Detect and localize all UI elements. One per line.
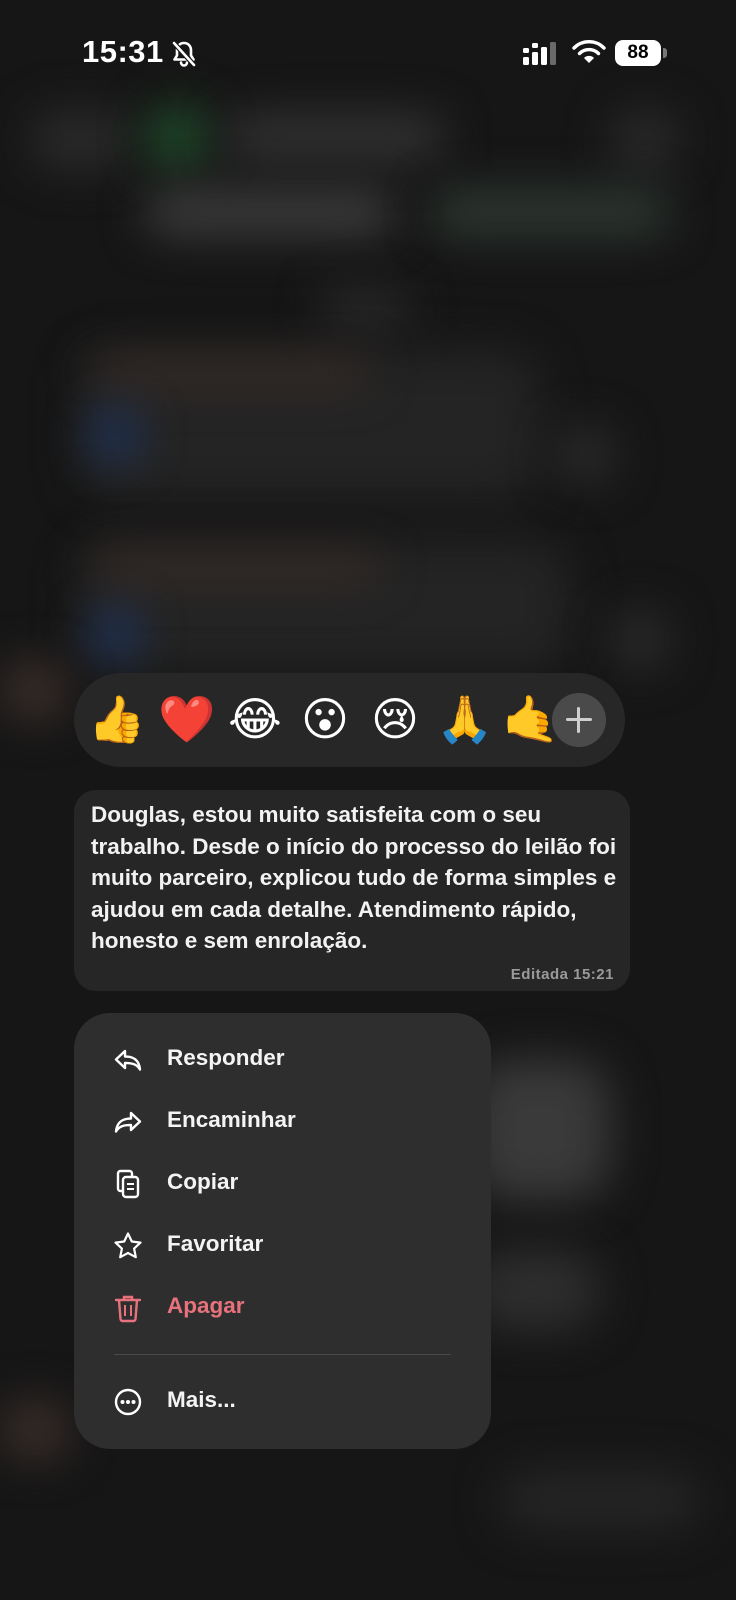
menu-item-copiar[interactable]: Copiar [74, 1153, 491, 1215]
reaction-heart[interactable]: ❤️ [158, 690, 216, 748]
battery-icon: 88 [615, 40, 669, 68]
star-icon [114, 1232, 142, 1259]
message-context-menu: Responder Encaminhar Copiar Favoritar Ap… [74, 1013, 491, 1449]
copy-icon [116, 1169, 140, 1199]
menu-item-label: Favoritar [167, 1231, 264, 1256]
reaction-laugh[interactable]: 😂 [226, 690, 284, 748]
reaction-surprised[interactable]: 😮 [296, 690, 354, 748]
reaction-bar: 👍 ❤️ 😂 😮 😢 🙏 🤙 [74, 673, 625, 767]
reaction-sad[interactable]: 😢 [366, 690, 424, 748]
message-edited-time: Editada 15:21 [510, 966, 614, 983]
reaction-thumbs-up[interactable]: 👍 [88, 690, 146, 748]
menu-item-responder[interactable]: Responder [74, 1029, 491, 1091]
wifi-icon [572, 40, 606, 63]
menu-item-apagar[interactable]: Apagar [74, 1277, 491, 1339]
reply-icon [114, 1049, 142, 1071]
more-icon [114, 1388, 142, 1416]
status-bar: 15:31 88 [0, 0, 736, 110]
menu-item-encaminhar[interactable]: Encaminhar [74, 1091, 491, 1153]
battery-level: 88 [615, 40, 661, 66]
menu-divider [114, 1354, 451, 1355]
menu-item-label: Mais... [167, 1387, 236, 1412]
signal-icon [523, 42, 556, 65]
menu-item-label: Copiar [167, 1169, 239, 1194]
forward-icon [114, 1111, 142, 1133]
menu-item-label: Responder [167, 1045, 285, 1070]
message-text: Douglas, estou muito satisfeita com o se… [91, 802, 617, 953]
message-bubble[interactable]: Douglas, estou muito satisfeita com o se… [74, 790, 630, 991]
menu-item-mais[interactable]: Mais... [74, 1371, 491, 1433]
trash-icon [114, 1295, 142, 1323]
status-time: 15:31 [82, 34, 164, 69]
menu-item-label: Encaminhar [167, 1107, 296, 1132]
more-reactions-button[interactable] [552, 693, 606, 747]
menu-item-favoritar[interactable]: Favoritar [74, 1215, 491, 1277]
menu-item-label: Apagar [167, 1293, 245, 1318]
bell-slash-icon [172, 41, 196, 67]
reaction-pray[interactable]: 🙏 [436, 690, 494, 748]
